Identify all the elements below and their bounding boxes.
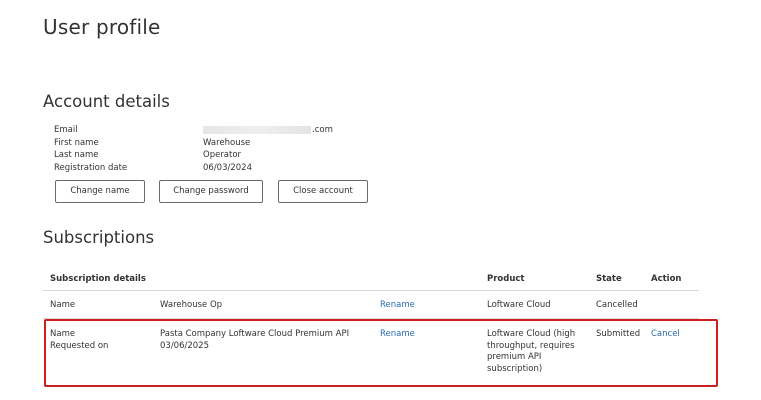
change-password-button[interactable]: Change password (159, 180, 263, 203)
header-product: Product (487, 274, 525, 284)
registration-date-label: Registration date (54, 162, 128, 173)
subscription-name: Warehouse Op (160, 300, 223, 310)
email-value: .com (203, 124, 333, 136)
close-account-button[interactable]: Close account (278, 180, 368, 203)
registration-date-row: Registration date 06/03/2024 (54, 162, 374, 175)
state-text: Submitted (596, 329, 641, 339)
table-row: Name Requested on Pasta Company Loftware… (43, 319, 699, 379)
requested-on-date: 03/06/2025 (160, 340, 209, 351)
first-name-value: Warehouse (203, 137, 251, 148)
rename-link[interactable]: Rename (380, 329, 415, 341)
rename-link[interactable]: Rename (380, 300, 415, 312)
table-header: Subscription details Product State Actio… (43, 269, 699, 291)
last-name-label: Last name (54, 150, 99, 160)
subscriptions-heading: Subscriptions (43, 228, 155, 247)
row-field-values: Pasta Company Loftware Cloud Premium API… (160, 329, 349, 352)
row-field-label: Name (50, 300, 76, 310)
header-state: State (596, 274, 622, 284)
page-title: User profile (43, 15, 161, 39)
subscription-name: Pasta Company Loftware Cloud Premium API (160, 329, 350, 339)
first-name-row: First name Warehouse (54, 137, 374, 150)
subscriptions-table: Subscription details Product State Actio… (43, 269, 699, 379)
state-text: Cancelled (596, 300, 638, 310)
redacted-email-mask (203, 126, 311, 134)
email-label: Email (54, 125, 78, 135)
header-subscription-details: Subscription details (50, 274, 146, 284)
account-details-heading: Account details (43, 92, 170, 111)
last-name-value: Operator (203, 150, 242, 160)
product-name: Loftware Cloud (high throughput, require… (487, 329, 576, 374)
email-row: Email .com (54, 124, 374, 137)
change-name-button[interactable]: Change name (55, 180, 145, 203)
requested-on-label: Requested on (50, 340, 109, 351)
table-row: Name Warehouse Op Rename Loftware Cloud … (43, 291, 699, 319)
cancel-subscription-link[interactable]: Cancel (651, 329, 680, 341)
row-field-labels: Name Requested on (50, 329, 108, 352)
product-name: Loftware Cloud (487, 300, 551, 310)
header-action: Action (651, 274, 682, 284)
account-details-list: Email .com First name Warehouse Last nam… (54, 124, 374, 174)
first-name-label: First name (54, 137, 99, 148)
registration-date-value: 06/03/2024 (203, 162, 252, 173)
email-domain-text: .com (312, 125, 333, 135)
last-name-row: Last name Operator (54, 149, 374, 162)
name-label: Name (50, 329, 76, 339)
